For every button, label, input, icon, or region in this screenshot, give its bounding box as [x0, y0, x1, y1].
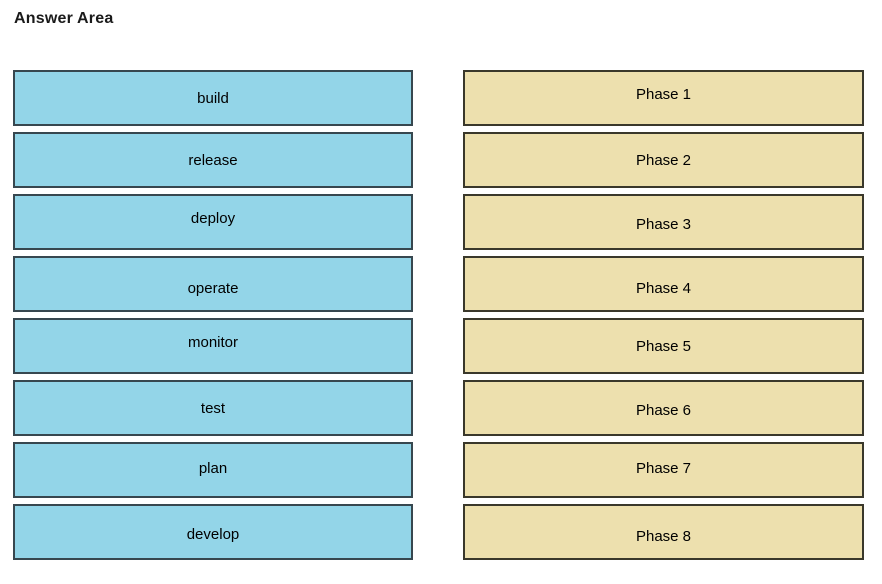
source-box-label: deploy [190, 209, 236, 227]
target-box-label: Phase 6 [635, 401, 692, 419]
target-box-6[interactable]: Phase 6 [463, 380, 864, 436]
source-box-label: build [197, 89, 229, 107]
source-box-label: plan [198, 459, 228, 477]
target-box-3[interactable]: Phase 3 [463, 194, 864, 250]
drag-source-list: build release deploy operate monitor test plan… [13, 70, 413, 566]
source-box-label: monitor [187, 333, 239, 351]
target-box-label: Phase 3 [635, 215, 692, 233]
target-box-label: Phase 7 [635, 459, 692, 477]
source-box-label: develop [186, 525, 240, 543]
target-box-label: Phase 8 [635, 527, 692, 545]
drop-target-list: Phase 1 Phase 2 Phase 3 Phase 4 Phase 5 Phase… [463, 70, 864, 566]
target-box-8[interactable]: Phase 8 [463, 504, 864, 560]
source-box-5[interactable]: monitor [13, 318, 413, 374]
source-box-6[interactable]: test [13, 380, 413, 436]
source-box-label: test [200, 399, 226, 417]
target-box-5[interactable]: Phase 5 [463, 318, 864, 374]
target-box-label: Phase 2 [635, 151, 692, 169]
target-box-2[interactable]: Phase 2 [463, 132, 864, 188]
target-box-label: Phase 4 [635, 279, 692, 297]
target-box-4[interactable]: Phase 4 [463, 256, 864, 312]
source-box-label: operate [187, 279, 239, 297]
target-box-1[interactable]: Phase 1 [463, 70, 864, 126]
page-title: Answer Area [14, 10, 114, 27]
source-box-3[interactable]: deploy [13, 194, 413, 250]
source-box-label: release [188, 151, 238, 169]
target-box-7[interactable]: Phase 7 [463, 442, 864, 498]
source-box-7[interactable]: plan [13, 442, 413, 498]
source-box-8[interactable]: develop [13, 504, 413, 560]
target-box-label: Phase 5 [635, 337, 692, 355]
target-box-label: Phase 1 [635, 85, 692, 103]
source-box-2[interactable]: release [13, 132, 413, 188]
source-box-4[interactable]: operate [13, 256, 413, 312]
source-box-1[interactable]: build [13, 70, 413, 126]
